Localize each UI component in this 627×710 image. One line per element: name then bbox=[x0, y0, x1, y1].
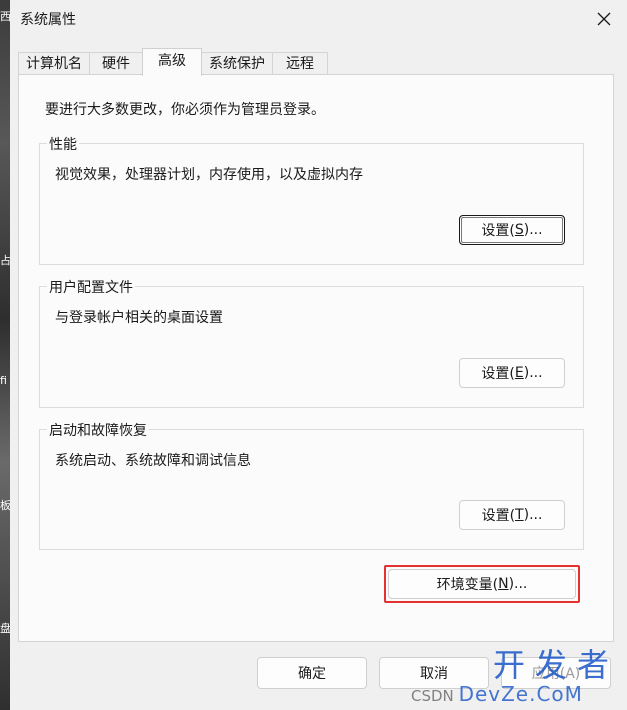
admin-note: 要进行大多数更改，你必须作为管理员登录。 bbox=[45, 102, 325, 118]
system-properties-dialog: 系统属性 计算机名 硬件 高级 系统保护 远程 要进行大多数更改，你必须作为管理… bbox=[10, 0, 627, 710]
access-key: T bbox=[515, 507, 524, 523]
apply-button[interactable]: 应用(A) bbox=[501, 657, 611, 689]
tab-remote[interactable]: 远程 bbox=[272, 52, 328, 75]
tab-system-protection[interactable]: 系统保护 bbox=[201, 52, 273, 75]
close-button[interactable] bbox=[591, 6, 617, 32]
user-profiles-group: 用户配置文件 与登录帐户相关的桌面设置 设置(E)... bbox=[39, 277, 584, 408]
startup-recovery-group: 启动和故障恢复 系统启动、系统故障和调试信息 设置(T)... bbox=[39, 420, 584, 550]
access-key: N bbox=[498, 576, 509, 592]
title-bar[interactable]: 系统属性 bbox=[10, 0, 627, 38]
close-icon bbox=[597, 12, 611, 26]
desktop-glyph: 占 bbox=[0, 254, 10, 267]
startup-recovery-settings-button[interactable]: 设置(T)... bbox=[459, 500, 565, 530]
tab-hardware[interactable]: 硬件 bbox=[89, 52, 143, 75]
performance-group: 性能 视觉效果，处理器计划，内存使用，以及虚拟内存 设置(S)... bbox=[39, 134, 584, 265]
tab-advanced[interactable]: 高级 bbox=[142, 48, 202, 76]
startup-recovery-description: 系统启动、系统故障和调试信息 bbox=[55, 453, 251, 469]
cancel-button[interactable]: 取消 bbox=[379, 657, 489, 689]
desktop-background-strip: 西 占 fi 板 盘 bbox=[0, 0, 10, 710]
access-key: S bbox=[514, 222, 524, 238]
performance-description: 视觉效果，处理器计划，内存使用，以及虚拟内存 bbox=[55, 167, 363, 183]
desktop-glyph: 板 bbox=[0, 499, 10, 512]
desktop-glyph: fi bbox=[0, 374, 7, 387]
button-label-suffix: )... bbox=[523, 365, 543, 381]
environment-variables-button[interactable]: 环境变量(N)... bbox=[388, 569, 576, 599]
button-label-prefix: 环境变量( bbox=[436, 577, 499, 593]
user-profiles-description: 与登录帐户相关的桌面设置 bbox=[55, 310, 223, 326]
button-label-prefix: 设置( bbox=[481, 366, 515, 382]
window-title: 系统属性 bbox=[20, 12, 76, 28]
button-label-suffix: )... bbox=[523, 507, 543, 523]
user-profiles-group-label: 用户配置文件 bbox=[47, 277, 135, 297]
performance-group-label: 性能 bbox=[47, 134, 79, 154]
performance-settings-button[interactable]: 设置(S)... bbox=[459, 215, 565, 245]
button-label-prefix: 设置( bbox=[481, 508, 516, 524]
button-label-suffix: )... bbox=[508, 576, 528, 592]
desktop-glyph: 盘 bbox=[0, 622, 10, 635]
ok-button[interactable]: 确定 bbox=[257, 657, 367, 689]
button-label-suffix: )... bbox=[523, 222, 543, 238]
user-profiles-settings-button[interactable]: 设置(E)... bbox=[459, 358, 565, 388]
startup-recovery-group-label: 启动和故障恢复 bbox=[47, 420, 149, 440]
button-label-prefix: 设置( bbox=[481, 223, 515, 239]
tab-computer-name[interactable]: 计算机名 bbox=[18, 52, 90, 75]
access-key: E bbox=[514, 365, 524, 381]
desktop-glyph: 西 bbox=[0, 10, 10, 23]
advanced-tab-panel: 要进行大多数更改，你必须作为管理员登录。 性能 视觉效果，处理器计划，内存使用，… bbox=[18, 74, 614, 642]
